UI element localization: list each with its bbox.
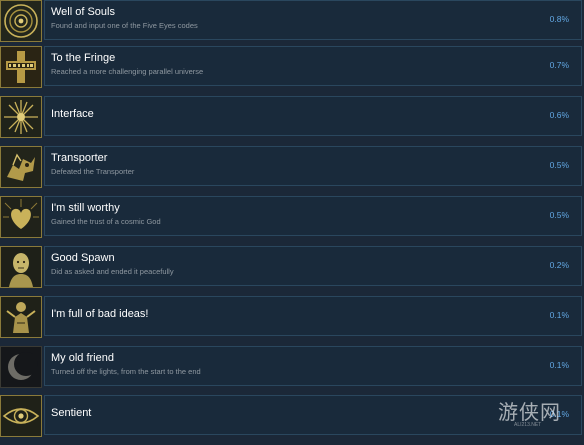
achievement-row[interactable]: Sentient 0.1% <box>0 395 584 445</box>
achievement-percent: 0.6% <box>549 110 569 120</box>
achievement-bar: Good Spawn Did as asked and ended it pea… <box>44 246 582 286</box>
achievement-title: Well of Souls <box>51 6 115 18</box>
achievement-bar: Interface 0.6% <box>44 96 582 136</box>
fringe-cross-icon <box>0 46 42 88</box>
achievement-bar: Transporter Defeated the Transporter 0.5… <box>44 146 582 186</box>
achievement-bar: I'm still worthy Gained the trust of a c… <box>44 196 582 236</box>
achievement-row[interactable]: I'm full of bad ideas! 0.1% <box>0 296 584 346</box>
achievement-description: Defeated the Transporter <box>51 167 135 176</box>
achievement-row[interactable]: My old friend Turned off the lights, fro… <box>0 346 584 396</box>
achievement-title: Transporter <box>51 152 108 164</box>
face-icon <box>0 246 42 288</box>
achievement-row[interactable]: To the Fringe Reached a more challenging… <box>0 46 584 96</box>
achievement-row[interactable]: Well of Souls Found and input one of the… <box>0 0 584 50</box>
achievement-list: Well of Souls Found and input one of the… <box>0 0 584 437</box>
eye-icon <box>0 395 42 437</box>
eye-rings-icon <box>0 0 42 42</box>
starburst-icon <box>0 96 42 138</box>
achievement-description: Gained the trust of a cosmic God <box>51 217 161 226</box>
achievement-row[interactable]: Transporter Defeated the Transporter 0.5… <box>0 146 584 196</box>
figure-icon <box>0 296 42 338</box>
achievement-row[interactable]: Good Spawn Did as asked and ended it pea… <box>0 246 584 296</box>
achievement-row[interactable]: Interface 0.6% <box>0 96 584 146</box>
achievement-title: I'm still worthy <box>51 202 120 214</box>
achievement-title: My old friend <box>51 352 114 364</box>
achievement-title: Sentient <box>51 407 92 419</box>
achievement-title: To the Fringe <box>51 52 116 64</box>
achievement-bar: My old friend Turned off the lights, fro… <box>44 346 582 386</box>
crescent-moon-icon <box>0 346 42 388</box>
achievement-title: Interface <box>51 108 94 120</box>
creature-icon <box>0 146 42 188</box>
achievement-percent: 0.5% <box>549 210 569 220</box>
achievement-title: I'm full of bad ideas! <box>51 308 149 320</box>
achievement-percent: 0.7% <box>549 60 569 70</box>
heart-icon <box>0 196 42 238</box>
achievement-title: Good Spawn <box>51 252 115 264</box>
achievement-bar: Sentient 0.1% <box>44 395 582 435</box>
achievement-bar: To the Fringe Reached a more challenging… <box>44 46 582 86</box>
achievement-row[interactable]: I'm still worthy Gained the trust of a c… <box>0 196 584 246</box>
achievement-percent: 0.8% <box>549 14 569 24</box>
achievement-description: Did as asked and ended it peacefully <box>51 267 174 276</box>
achievement-description: Reached a more challenging parallel univ… <box>51 67 204 76</box>
achievement-percent: 0.2% <box>549 260 569 270</box>
achievement-bar: I'm full of bad ideas! 0.1% <box>44 296 582 336</box>
achievement-percent: 0.1% <box>549 409 569 419</box>
achievement-percent: 0.1% <box>549 360 569 370</box>
achievement-percent: 0.1% <box>549 310 569 320</box>
achievement-description: Found and input one of the Five Eyes cod… <box>51 21 198 30</box>
achievement-percent: 0.5% <box>549 160 569 170</box>
achievement-bar: Well of Souls Found and input one of the… <box>44 0 582 40</box>
achievement-description: Turned off the lights, from the start to… <box>51 367 201 376</box>
